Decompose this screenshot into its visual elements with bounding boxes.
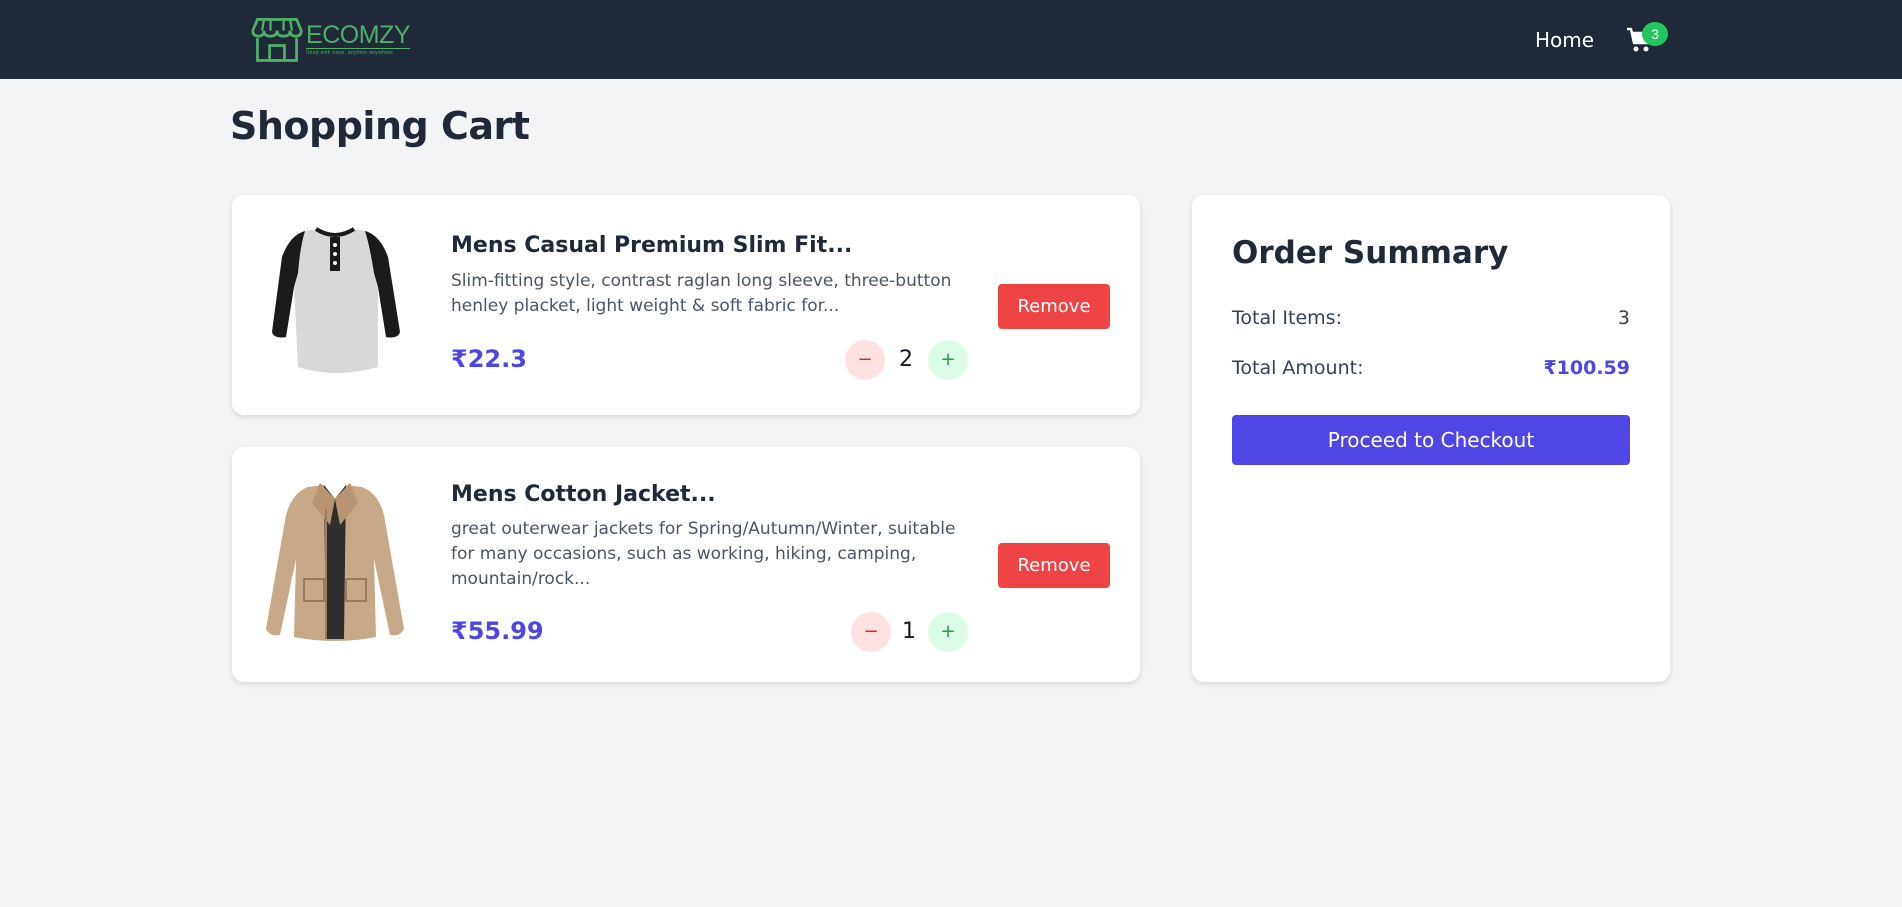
increase-quantity-button[interactable]: + bbox=[928, 612, 968, 652]
total-amount-row: Total Amount: ₹100.59 bbox=[1232, 357, 1630, 387]
decrease-quantity-button[interactable]: − bbox=[845, 340, 885, 380]
total-items-label: Total Items: bbox=[1232, 307, 1342, 329]
product-description: great outerwear jackets for Spring/Autum… bbox=[451, 519, 956, 589]
increase-quantity-button[interactable]: + bbox=[928, 340, 968, 380]
product-image bbox=[260, 479, 410, 649]
jacket-image bbox=[266, 483, 404, 641]
total-amount-label: Total Amount: bbox=[1232, 357, 1364, 379]
nav-home-link[interactable]: Home bbox=[1535, 26, 1594, 54]
proceed-to-checkout-button[interactable]: Proceed to Checkout bbox=[1232, 415, 1630, 465]
cart-item: Mens Casual Premium Slim Fit... Slim-fit… bbox=[232, 195, 1140, 415]
cart-item: Mens Cotton Jacket... great outerwear ja… bbox=[232, 447, 1140, 682]
cart-count-badge: 3 bbox=[1642, 22, 1668, 46]
quantity-value: 1 bbox=[902, 619, 916, 644]
brand-logo[interactable]: ECOMZY Shop with ease, anytime anywhere bbox=[250, 12, 410, 66]
total-items-value: 3 bbox=[1617, 307, 1630, 329]
decrease-quantity-button[interactable]: − bbox=[851, 612, 891, 652]
page-title: Shopping Cart bbox=[230, 104, 530, 148]
product-description: Slim-fitting style, contrast raglan long… bbox=[451, 271, 952, 316]
cart-link[interactable]: 3 bbox=[1622, 20, 1668, 60]
logo-text-group: ECOMZY Shop with ease, anytime anywhere bbox=[306, 22, 410, 57]
product-price: ₹55.99 bbox=[451, 617, 544, 645]
product-image bbox=[260, 217, 410, 387]
quantity-value: 2 bbox=[899, 347, 913, 372]
product-title: Mens Cotton Jacket... bbox=[451, 482, 716, 507]
order-summary-title: Order Summary bbox=[1232, 235, 1509, 271]
navbar: ECOMZY Shop with ease, anytime anywhere … bbox=[0, 0, 1902, 79]
henley-shirt-image bbox=[272, 227, 400, 373]
product-title: Mens Casual Premium Slim Fit... bbox=[451, 233, 853, 258]
total-items-row: Total Items: 3 bbox=[1232, 307, 1630, 337]
logo-name: ECOMZY bbox=[306, 20, 410, 49]
total-amount-value: ₹100.59 bbox=[1543, 357, 1630, 379]
product-price: ₹22.3 bbox=[451, 345, 527, 373]
logo-tagline: Shop with ease, anytime anywhere bbox=[306, 49, 394, 56]
store-icon bbox=[251, 18, 303, 62]
remove-item-button[interactable]: Remove bbox=[998, 284, 1110, 329]
remove-item-button[interactable]: Remove bbox=[998, 543, 1110, 588]
order-summary-panel: Order Summary Total Items: 3 Total Amoun… bbox=[1192, 195, 1670, 682]
